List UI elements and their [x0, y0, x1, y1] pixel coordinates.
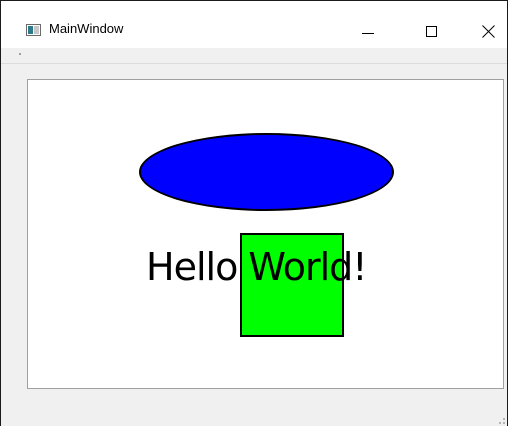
- main-window: MainWindow Hello World!: [0, 0, 508, 426]
- close-button[interactable]: [466, 15, 510, 47]
- close-icon: [482, 24, 496, 38]
- graphics-view[interactable]: Hello World!: [27, 79, 504, 389]
- blue-ellipse[interactable]: [139, 133, 394, 211]
- hello-world-text[interactable]: Hello World!: [146, 245, 368, 289]
- maximize-button[interactable]: [408, 15, 454, 47]
- minimize-icon: [362, 32, 374, 34]
- menu-bar: [1, 48, 507, 64]
- status-bar: [1, 396, 507, 426]
- maximize-icon: [425, 25, 437, 37]
- minimize-button[interactable]: [345, 15, 391, 47]
- app-window-icon[interactable]: [26, 24, 41, 36]
- menu-bar-grip: [19, 53, 21, 55]
- size-grip-icon[interactable]: [499, 418, 505, 424]
- window-title: MainWindow: [49, 21, 124, 36]
